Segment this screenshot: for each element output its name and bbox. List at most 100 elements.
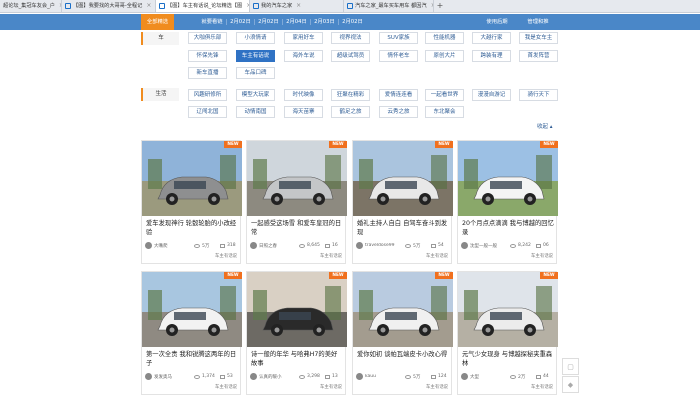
card-photo[interactable]: NEW <box>353 272 453 347</box>
tag-item[interactable]: 家用好车 <box>284 32 323 44</box>
card-source[interactable]: 车主有话说 <box>531 253 553 259</box>
card-title[interactable]: 诗一般的年华 与哈弗H7的美好故事 <box>251 350 343 368</box>
article-card[interactable]: NEW 婚礼主持人自白 自驾车奋斗到发现 traveldose99 5万 54 车主有话说 <box>352 140 453 264</box>
article-card[interactable]: NEW 元气少女现身 与博越探秘夹重森林 大型 2万 44 车主有话说 <box>457 271 558 395</box>
tag-item[interactable]: 大咖俱乐部 <box>188 32 227 44</box>
article-card[interactable]: NEW 诗一般的年华 与哈弗H7的美好故事 认真的暖小 3,298 13 车主有话说 <box>246 271 347 395</box>
nav-item[interactable]: 就要看链 <box>198 14 226 30</box>
card-author[interactable]: 认真的暖小 <box>259 374 297 380</box>
tag-item[interactable]: 视界视法 <box>331 32 370 44</box>
avatar[interactable] <box>461 373 468 380</box>
tag-item[interactable]: 怀保先锋 <box>188 50 227 62</box>
category-life[interactable]: 生活 <box>141 88 179 101</box>
tag-item[interactable]: 骑行天下 <box>519 89 558 101</box>
tag-item[interactable]: 海外车说 <box>284 50 323 62</box>
avatar[interactable] <box>145 373 152 380</box>
tag-item[interactable]: 爱情连连看 <box>379 89 418 101</box>
card-photo[interactable]: NEW <box>142 141 242 216</box>
avatar[interactable] <box>145 242 152 249</box>
tag-item[interactable]: SUV家族 <box>379 32 418 44</box>
card-author[interactable]: 沈型一般一般 <box>470 243 508 249</box>
card-source[interactable]: 车主有话说 <box>426 253 448 259</box>
tag-item[interactable]: 辽闯北国 <box>188 106 227 118</box>
browser-tab[interactable]: 汽车之家_最车买车用车 都因汽× <box>344 0 434 12</box>
tag-item[interactable]: 一起看世界 <box>425 89 464 101</box>
article-card[interactable]: NEW 爱你如初 谈帕瓦端皮卡小改心得 kauu 5万 124 车主有话说 <box>352 271 453 395</box>
avatar[interactable] <box>461 242 468 249</box>
browser-tab[interactable]: 超论坛_集冠车友会_户× <box>0 0 62 12</box>
tag-item[interactable]: 新车直播 <box>188 67 227 79</box>
tag-item[interactable]: 性能机器 <box>425 32 464 44</box>
tag-item[interactable]: 狂聚在精彩 <box>331 89 370 101</box>
tag-item[interactable]: 东北聚会 <box>425 106 464 118</box>
tag-item[interactable]: 原创大片 <box>425 50 464 62</box>
card-author[interactable]: 日照之春 <box>259 243 297 249</box>
tag-item[interactable]: 车主有话说 <box>236 50 275 62</box>
tag-item[interactable]: 车品口碑 <box>236 67 275 79</box>
nav-item-all[interactable]: 全部精选 <box>141 14 174 30</box>
card-source[interactable]: 车主有话说 <box>215 384 237 390</box>
card-photo[interactable]: NEW <box>247 272 347 347</box>
nav-item-right[interactable]: 使用后期 <box>481 14 513 30</box>
tag-item[interactable]: 云秀之旅 <box>379 106 418 118</box>
tag-item[interactable]: 海天苗寨 <box>284 106 323 118</box>
avatar[interactable] <box>250 242 257 249</box>
avatar[interactable] <box>356 373 363 380</box>
avatar[interactable] <box>250 373 257 380</box>
card-source[interactable]: 车主有话说 <box>426 384 448 390</box>
article-card[interactable]: NEW 20个月点点滴滴 我与博越的回忆录 沈型一般一般 8,242 06 车主有话说 <box>457 140 558 264</box>
tag-item[interactable]: 漫漫自游记 <box>472 89 511 101</box>
tag-item[interactable]: 鹤足之旅 <box>331 106 370 118</box>
tag-item[interactable]: 跨装有理 <box>472 50 511 62</box>
card-author[interactable]: kauu <box>365 374 403 379</box>
nav-item[interactable]: 2月02日 <box>227 14 254 30</box>
article-card[interactable]: NEW 第一次全责 我和锐腾这两年的日子 发发奥马 1,374 53 车主有话说 <box>141 271 242 395</box>
card-author[interactable]: 大嘴爬 <box>154 243 192 249</box>
card-title[interactable]: 爱你如初 谈帕瓦端皮卡小改心得 <box>357 350 449 368</box>
nav-item[interactable]: 2月04日 <box>283 14 310 30</box>
tag-item[interactable]: 超级试驾员 <box>331 50 370 62</box>
category-car[interactable]: 车 <box>141 32 179 45</box>
tag-item[interactable]: 模型大玩家 <box>236 89 275 101</box>
card-title[interactable]: 一起感受这场雪 和爱车皇冠的日常 <box>251 219 343 237</box>
tag-item[interactable]: 小浪情请 <box>236 32 275 44</box>
new-tab-button[interactable]: + <box>434 0 446 12</box>
card-title[interactable]: 元气少女现身 与博越探秘夹重森林 <box>462 350 554 368</box>
browser-tab-active[interactable]: 【图】车主有话说_论坛精选【图× <box>156 0 250 12</box>
browser-tab[interactable]: 【图】我要找的大哥哥-全程记 × <box>62 0 156 12</box>
card-photo[interactable]: NEW <box>458 272 558 347</box>
card-source[interactable]: 车主有话说 <box>320 384 342 390</box>
browser-tab[interactable]: 我的汽车之家 × <box>250 0 344 12</box>
card-author[interactable]: 发发奥马 <box>154 374 192 380</box>
top-icon[interactable]: ◆ <box>562 376 579 393</box>
tag-item[interactable]: 风趣研修所 <box>188 89 227 101</box>
nav-item[interactable]: 2月02日 <box>255 14 282 30</box>
nav-item[interactable]: 2月02日 <box>339 14 366 30</box>
card-title[interactable]: 爱车发现神行 轮毂轮胎的小改经验 <box>146 219 238 237</box>
article-card[interactable]: NEW 爱车发现神行 轮毂轮胎的小改经验 大嘴爬 5万 318 车主有话说 <box>141 140 242 264</box>
card-title[interactable]: 婚礼主持人自白 自驾车奋斗到发现 <box>357 219 449 237</box>
tag-item[interactable]: 我是女车主 <box>519 32 558 44</box>
close-icon[interactable]: × <box>146 0 151 12</box>
feedback-icon[interactable]: ▢ <box>562 358 579 375</box>
card-author[interactable]: traveldose99 <box>365 243 403 248</box>
card-photo[interactable]: NEW <box>458 141 558 216</box>
close-icon[interactable]: × <box>296 0 301 12</box>
avatar[interactable] <box>356 242 363 249</box>
tag-item[interactable]: 首发阵营 <box>519 50 558 62</box>
collapse-link[interactable]: 收起 ▴ <box>537 122 553 130</box>
card-source[interactable]: 车主有话说 <box>215 253 237 259</box>
card-author[interactable]: 大型 <box>470 374 508 380</box>
card-title[interactable]: 20个月点点滴滴 我与博越的回忆录 <box>462 219 554 237</box>
article-card[interactable]: NEW 一起感受这场雪 和爱车皇冠的日常 日照之春 8,645 16 车主有话说 <box>246 140 347 264</box>
card-source[interactable]: 车主有话说 <box>531 384 553 390</box>
tag-item[interactable]: 动情南国 <box>236 106 275 118</box>
card-title[interactable]: 第一次全责 我和锐腾这两年的日子 <box>146 350 238 368</box>
card-photo[interactable]: NEW <box>353 141 453 216</box>
nav-item[interactable]: 2月03日 <box>311 14 338 30</box>
card-source[interactable]: 车主有话说 <box>320 253 342 259</box>
tag-item[interactable]: 情怀老车 <box>379 50 418 62</box>
card-photo[interactable]: NEW <box>247 141 347 216</box>
tag-item[interactable]: 大越行家 <box>472 32 511 44</box>
tag-item[interactable]: 时代映像 <box>284 89 323 101</box>
